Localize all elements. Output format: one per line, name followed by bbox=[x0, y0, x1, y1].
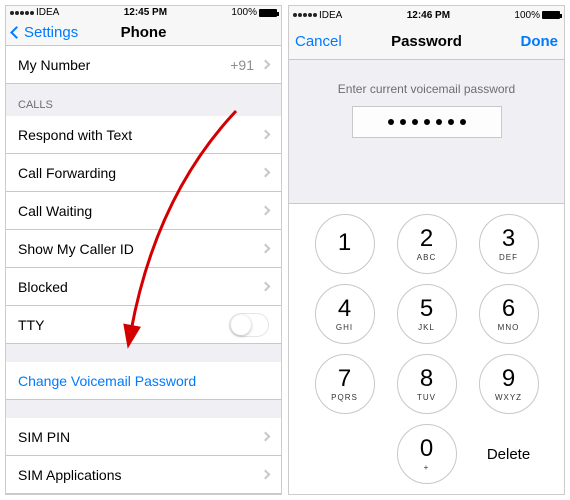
key-spacer bbox=[315, 424, 375, 484]
back-button[interactable]: Settings bbox=[6, 19, 84, 45]
row-tty[interactable]: TTY bbox=[6, 306, 281, 344]
battery-percent: 100% bbox=[514, 10, 540, 21]
key-9[interactable]: 9WXYZ bbox=[479, 354, 539, 414]
key-1[interactable]: 1 bbox=[315, 214, 375, 274]
delete-button[interactable]: Delete bbox=[479, 424, 539, 484]
row-show-caller-id[interactable]: Show My Caller ID bbox=[6, 230, 281, 268]
password-prompt: Enter current voicemail password bbox=[289, 82, 564, 96]
back-label: Settings bbox=[24, 24, 78, 41]
status-bar: IDEA 12:46 PM 100% bbox=[289, 6, 564, 24]
numeric-keypad: 1 2ABC 3DEF 4GHI 5JKL 6MNO 7PQRS 8TUV 9W… bbox=[289, 203, 564, 494]
battery-percent: 100% bbox=[231, 7, 257, 18]
key-5[interactable]: 5JKL bbox=[397, 284, 457, 344]
carrier-label: IDEA bbox=[36, 7, 59, 18]
section-header-calls: CALLS bbox=[6, 84, 281, 116]
key-0[interactable]: 0+ bbox=[397, 424, 457, 484]
row-label: My Number bbox=[18, 57, 90, 73]
chevron-right-icon bbox=[261, 470, 271, 480]
row-sim-pin[interactable]: SIM PIN bbox=[6, 418, 281, 456]
key-2[interactable]: 2ABC bbox=[397, 214, 457, 274]
row-respond-with-text[interactable]: Respond with Text bbox=[6, 116, 281, 154]
nav-bar: Settings Phone bbox=[6, 19, 281, 46]
row-change-voicemail-password[interactable]: Change Voicemail Password bbox=[6, 362, 281, 400]
row-value: +91 bbox=[230, 57, 254, 73]
chevron-right-icon bbox=[261, 432, 271, 442]
section-gap bbox=[6, 344, 281, 362]
key-7[interactable]: 7PQRS bbox=[315, 354, 375, 414]
page-title: Password bbox=[391, 33, 462, 50]
row-label: SIM Applications bbox=[18, 467, 122, 483]
row-call-forwarding[interactable]: Call Forwarding bbox=[6, 154, 281, 192]
signal-icon bbox=[293, 13, 317, 17]
key-4[interactable]: 4GHI bbox=[315, 284, 375, 344]
chevron-right-icon bbox=[261, 168, 271, 178]
tty-toggle[interactable] bbox=[229, 313, 269, 337]
row-label: Blocked bbox=[18, 279, 68, 295]
row-blocked[interactable]: Blocked bbox=[6, 268, 281, 306]
row-label: TTY bbox=[18, 317, 44, 333]
delete-label: Delete bbox=[487, 446, 530, 463]
battery-icon bbox=[259, 9, 277, 17]
row-my-number[interactable]: My Number +91 bbox=[6, 46, 281, 84]
chevron-right-icon bbox=[261, 206, 271, 216]
signal-icon bbox=[10, 11, 34, 15]
row-call-waiting[interactable]: Call Waiting bbox=[6, 192, 281, 230]
cancel-button[interactable]: Cancel bbox=[289, 24, 348, 59]
battery-icon bbox=[542, 11, 560, 19]
nav-bar: Cancel Password Done bbox=[289, 24, 564, 60]
settings-list: My Number +91 CALLS Respond with Text Ca… bbox=[6, 46, 281, 494]
chevron-right-icon bbox=[261, 60, 271, 70]
key-3[interactable]: 3DEF bbox=[479, 214, 539, 274]
chevron-right-icon bbox=[261, 282, 271, 292]
status-time: 12:46 PM bbox=[407, 10, 450, 21]
done-label: Done bbox=[521, 33, 559, 50]
row-label: Call Forwarding bbox=[18, 165, 116, 181]
chevron-left-icon bbox=[10, 26, 23, 39]
row-label: SIM PIN bbox=[18, 429, 70, 445]
carrier-label: IDEA bbox=[319, 10, 342, 21]
password-field[interactable] bbox=[352, 106, 502, 138]
key-6[interactable]: 6MNO bbox=[479, 284, 539, 344]
voicemail-password-screen: IDEA 12:46 PM 100% Cancel Password Done … bbox=[288, 5, 565, 495]
row-label: Change Voicemail Password bbox=[18, 373, 196, 389]
chevron-right-icon bbox=[261, 244, 271, 254]
cancel-label: Cancel bbox=[295, 33, 342, 50]
row-label: Respond with Text bbox=[18, 127, 132, 143]
row-label: Call Waiting bbox=[18, 203, 92, 219]
chevron-right-icon bbox=[261, 130, 271, 140]
status-time: 12:45 PM bbox=[124, 7, 167, 18]
settings-phone-screen: IDEA 12:45 PM 100% Settings Phone My Num… bbox=[5, 5, 282, 495]
key-8[interactable]: 8TUV bbox=[397, 354, 457, 414]
row-label: Show My Caller ID bbox=[18, 241, 134, 257]
section-gap bbox=[6, 400, 281, 418]
page-title: Phone bbox=[121, 24, 167, 41]
done-button[interactable]: Done bbox=[515, 24, 565, 59]
row-sim-applications[interactable]: SIM Applications bbox=[6, 456, 281, 494]
status-bar: IDEA 12:45 PM 100% bbox=[6, 6, 281, 19]
